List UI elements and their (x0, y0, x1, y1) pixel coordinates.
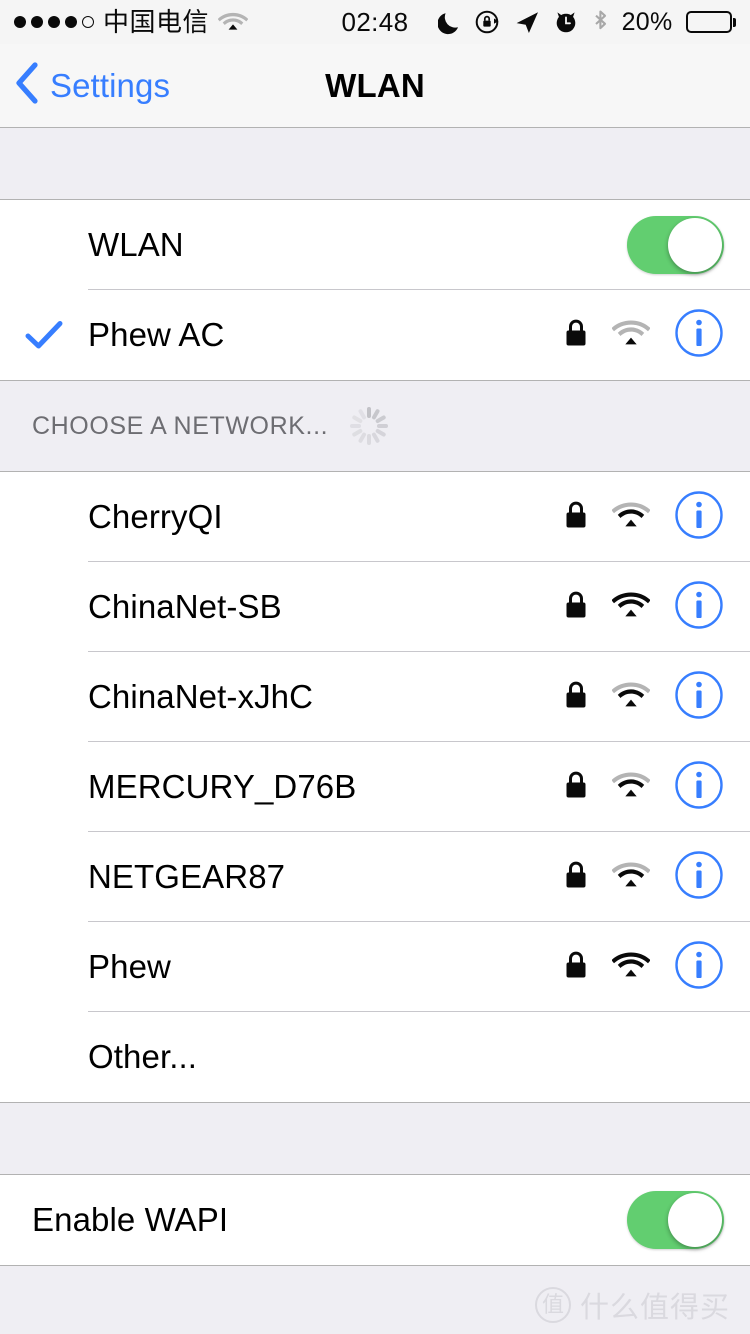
watermark-logo-icon: 值 (534, 1286, 571, 1323)
chevron-left-icon (14, 61, 40, 110)
alarm-clock-icon (553, 9, 579, 35)
battery-icon (685, 11, 736, 33)
battery-percentage: 20% (621, 7, 673, 36)
wifi-signal-icon (611, 770, 651, 805)
info-button[interactable] (674, 670, 724, 725)
wlan-toggle-switch[interactable] (627, 216, 724, 274)
network-list: CherryQI ChinaNet-SB ChinaNet-xJhC MERCURY_… (0, 472, 750, 1102)
network-row[interactable]: ChinaNet-xJhC (0, 652, 750, 742)
wapi-group: Enable WAPI (0, 1175, 750, 1265)
info-button[interactable] (674, 940, 724, 995)
watermark: 值 什么值得买 (534, 1284, 730, 1326)
row-accessories (564, 490, 724, 545)
wlan-toggle-row[interactable]: WLAN (0, 200, 750, 290)
network-row[interactable]: Other... (0, 1012, 750, 1102)
navigation-bar: Settings WLAN (0, 44, 750, 128)
connected-network-row[interactable]: Phew AC (0, 290, 750, 380)
status-bar-clock: 02:48 (341, 6, 409, 37)
status-bar: 中国电信 02:48 20% (0, 0, 750, 44)
network-ssid: ChinaNet-xJhC (88, 678, 314, 715)
status-bar-right: 20% (437, 7, 736, 37)
lock-icon (564, 950, 588, 985)
wlan-group: WLAN Phew AC (0, 200, 750, 380)
row-accessories (564, 670, 724, 725)
lock-icon (564, 860, 588, 895)
row-accessories (627, 1191, 724, 1249)
connected-network-ssid: Phew AC (88, 316, 225, 353)
signal-dot-filled (14, 16, 26, 28)
wifi-signal-icon (611, 950, 651, 985)
choose-network-header: CHOOSE A NETWORK... (0, 380, 750, 472)
lock-icon (564, 770, 588, 805)
network-ssid: CherryQI (88, 498, 223, 535)
network-ssid: Other... (88, 1038, 198, 1075)
network-ssid: ChinaNet-SB (88, 588, 282, 625)
row-accessories (564, 940, 724, 995)
lock-icon (564, 680, 588, 715)
info-button[interactable] (674, 308, 724, 363)
section-spacer-top (0, 128, 750, 200)
wifi-signal-icon (611, 500, 651, 535)
back-button-label: Settings (50, 66, 171, 104)
checkmark-icon (0, 320, 88, 350)
signal-dot-filled (65, 16, 77, 28)
back-button[interactable]: Settings (0, 61, 170, 110)
wifi-signal-icon (611, 860, 651, 895)
cellular-signal-dots (14, 16, 94, 28)
signal-dot-empty (82, 16, 94, 28)
row-accessories (564, 580, 724, 635)
wlan-toggle-label: WLAN (88, 226, 184, 263)
lock-icon (564, 500, 588, 535)
enable-wapi-row[interactable]: Enable WAPI (0, 1175, 750, 1265)
lock-icon (564, 318, 588, 353)
info-button[interactable] (674, 850, 724, 905)
moon-do-not-disturb-icon (437, 9, 462, 35)
row-accessories (627, 216, 724, 274)
signal-dot-filled (48, 16, 60, 28)
network-row[interactable]: NETGEAR87 (0, 832, 750, 922)
loading-spinner-icon (350, 407, 389, 445)
section-spacer-middle (0, 1102, 750, 1175)
section-spacer-bottom: 值 什么值得买 (0, 1265, 750, 1334)
wifi-weak-icon (218, 10, 249, 34)
network-row[interactable]: ChinaNet-SB (0, 562, 750, 652)
row-accessories (564, 760, 724, 815)
row-accessories (564, 850, 724, 905)
choose-network-header-label: CHOOSE A NETWORK... (32, 411, 329, 440)
toggle-knob (668, 1193, 722, 1247)
wifi-signal-icon (611, 318, 651, 353)
network-row[interactable]: CherryQI (0, 472, 750, 562)
row-accessories (564, 308, 724, 363)
carrier-name: 中国电信 (103, 7, 210, 37)
signal-dot-filled (31, 16, 43, 28)
network-ssid: NETGEAR87 (88, 858, 286, 895)
network-ssid: Phew (88, 948, 171, 985)
enable-wapi-toggle-switch[interactable] (627, 1191, 724, 1249)
lock-icon (564, 590, 588, 625)
network-row[interactable]: MERCURY_D76B (0, 742, 750, 832)
location-arrow-icon (514, 9, 540, 35)
watermark-text: 什么值得买 (579, 1291, 730, 1324)
enable-wapi-label: Enable WAPI (32, 1201, 229, 1238)
rotation-lock-icon (475, 9, 501, 35)
toggle-knob (668, 218, 722, 272)
bluetooth-icon (592, 9, 609, 36)
info-button[interactable] (674, 580, 724, 635)
info-button[interactable] (674, 490, 724, 545)
wifi-signal-icon (611, 680, 651, 715)
wifi-signal-icon (611, 590, 651, 625)
status-bar-left: 中国电信 (14, 7, 249, 37)
network-row[interactable]: Phew (0, 922, 750, 1012)
info-button[interactable] (674, 760, 724, 815)
network-ssid: MERCURY_D76B (88, 768, 357, 805)
